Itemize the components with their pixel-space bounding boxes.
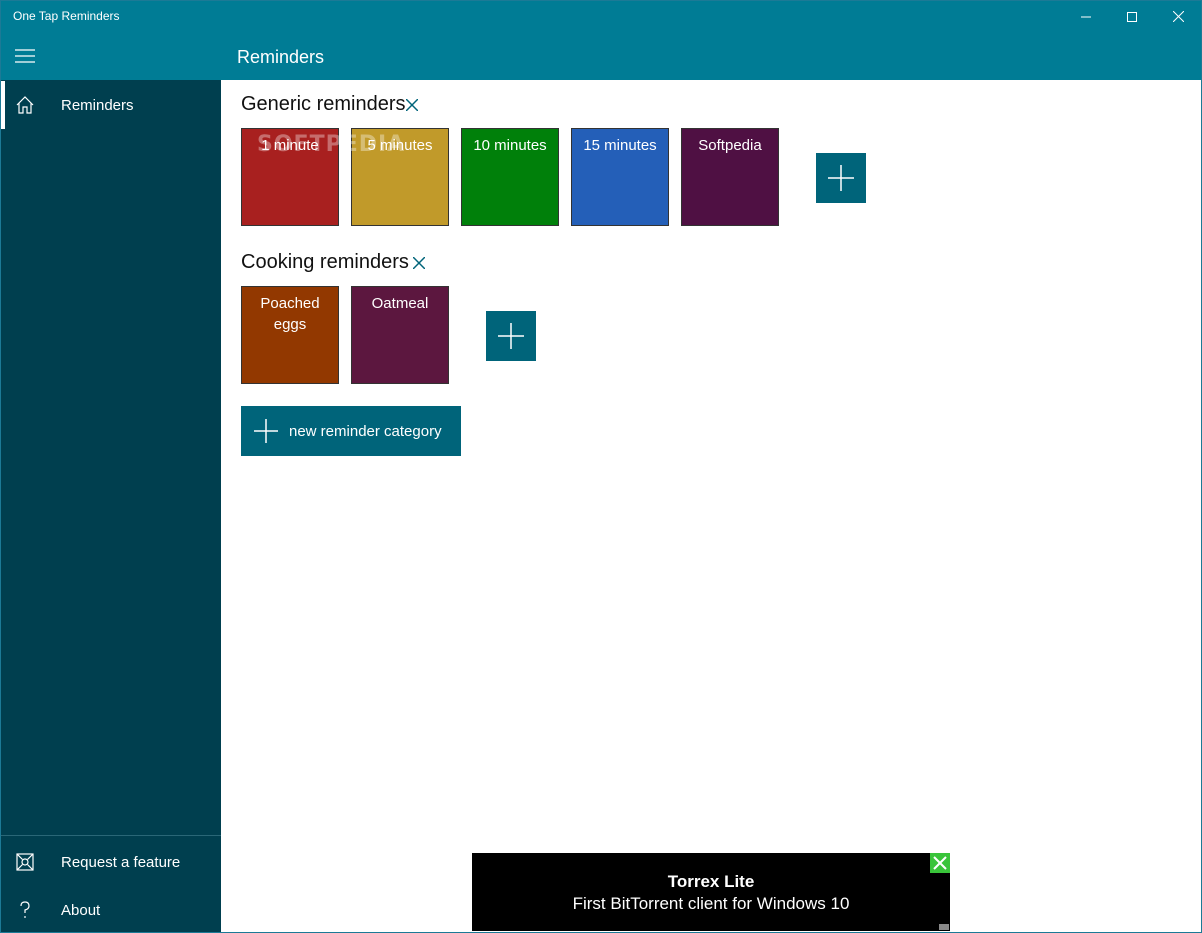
reminder-tile-label: 5 minutes [367,137,433,154]
close-icon [1172,11,1184,22]
category-title: Generic reminders [241,93,406,115]
reminder-tile[interactable]: Softpedia [681,128,779,226]
new-category-label: new reminder category [289,422,442,440]
sidebar-item-reminders[interactable]: Reminders [1,81,221,129]
delete-category-button[interactable] [405,98,419,112]
ad-info-icon[interactable] [939,924,949,930]
sidebar-divider [1,835,221,836]
delete-category-button[interactable] [412,256,426,270]
reminder-tile-label: 1 minute [261,137,319,154]
hamburger-icon [15,49,35,63]
hamburger-menu-button[interactable] [1,32,49,80]
close-button[interactable] [1155,1,1201,32]
add-reminder-button[interactable] [486,311,536,361]
page-title: Reminders [237,47,325,67]
ad-banner[interactable]: Torrex Lite First BitTorrent client for … [472,853,950,931]
question-icon [1,886,49,932]
reminder-tile[interactable]: 5 minutes [351,128,449,226]
reminder-tile-label: 10 minutes [473,137,547,154]
minimize-icon [1081,16,1091,17]
reminder-tile[interactable]: 1 minute [241,128,339,226]
ad-subtitle: First BitTorrent client for Windows 10 [572,894,850,913]
home-icon [1,81,49,129]
sidebar-item-label: Reminders [61,96,134,114]
plus-icon [241,406,291,456]
window-title: One Tap Reminders [13,9,120,23]
add-reminder-button[interactable] [816,153,866,203]
app-header: Reminders [1,32,1201,80]
category-title: Cooking reminders [241,251,409,273]
ad-close-button[interactable] [930,853,950,873]
minimize-button[interactable] [1063,1,1109,32]
reminder-tile-label: Softpedia [698,137,762,154]
app-window: One Tap Reminders Reminders Reminders Re… [0,0,1202,933]
new-category-button[interactable]: new reminder category [241,406,461,456]
sidebar-item-label: About [61,901,101,919]
reminder-tile-label: 15 minutes [583,137,657,154]
title-bar[interactable]: One Tap Reminders [1,1,1201,32]
reminder-tile[interactable]: Poached eggs [241,286,339,384]
sidebar-item-label: Request a feature [61,853,181,871]
maximize-button[interactable] [1109,1,1155,32]
feature-icon [1,838,49,886]
sidebar-item-about[interactable]: About [1,886,221,932]
reminder-tile[interactable]: Oatmeal [351,286,449,384]
close-icon [406,99,418,111]
reminder-tile[interactable]: 15 minutes [571,128,669,226]
sidebar-item-request-feature[interactable]: Request a feature [1,838,221,886]
close-icon [933,856,947,870]
reminder-tile-label: Poached eggs [260,295,320,333]
sidebar: Reminders Request a feature About [1,80,221,932]
reminder-tile[interactable]: 10 minutes [461,128,559,226]
plus-icon [828,165,854,191]
maximize-icon [1127,11,1137,22]
main-content: Generic reminders 1 minute 5 minutes 10 … [221,80,1201,932]
plus-icon [498,323,524,349]
ad-title: Torrex Lite [667,872,755,891]
close-icon [413,257,425,269]
reminder-tile-label: Oatmeal [371,295,429,312]
